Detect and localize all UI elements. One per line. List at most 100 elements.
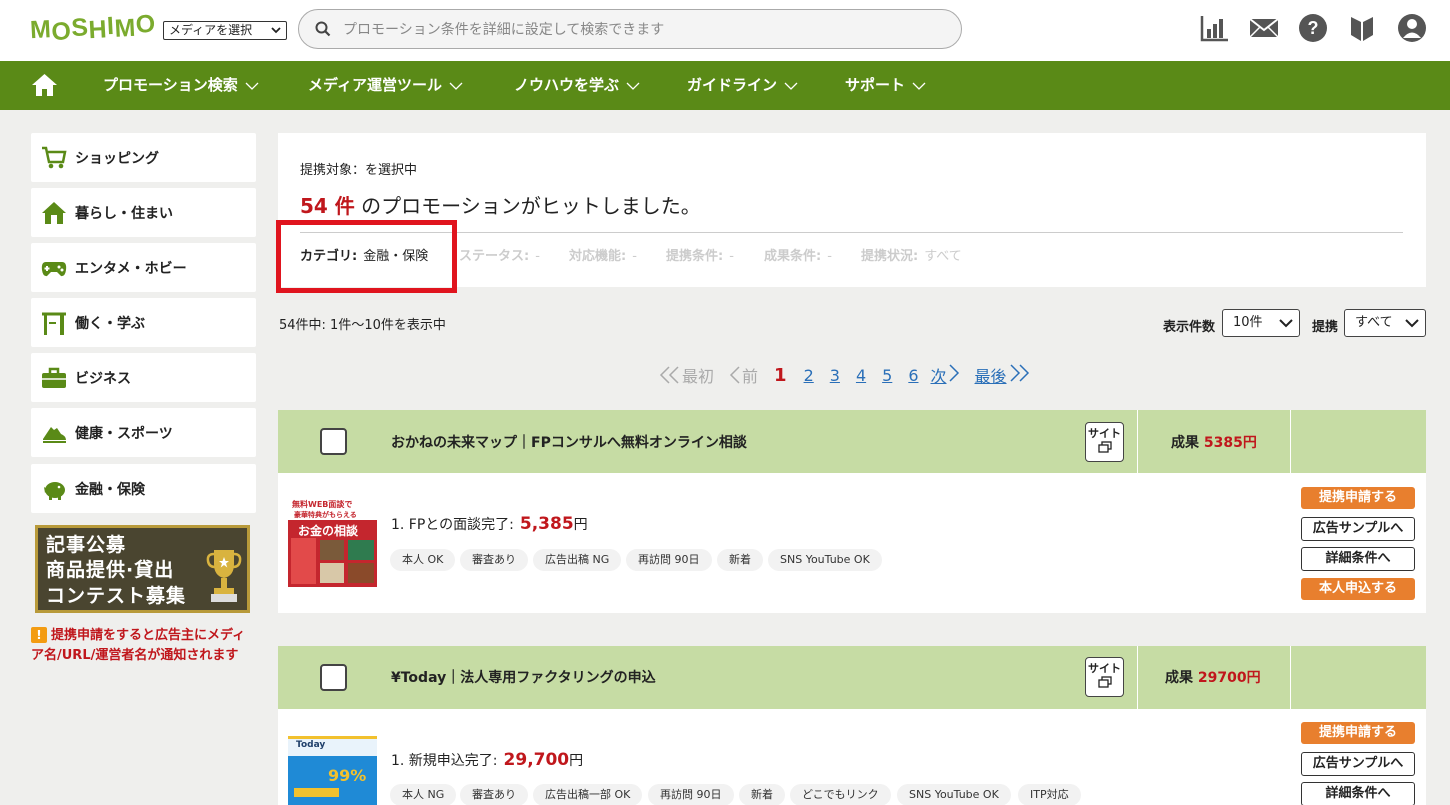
report-chart-icon[interactable]: [1200, 13, 1230, 43]
nav-label: サポート: [845, 76, 906, 94]
reward: 成果 5385円: [1171, 432, 1257, 452]
select-checkbox[interactable]: [320, 428, 347, 455]
search-input[interactable]: プロモーション条件を詳細に設定して検索できます: [298, 9, 962, 49]
page-next-label: 次: [930, 367, 947, 386]
page-prev: 前: [742, 367, 759, 386]
select-checkbox[interactable]: [320, 664, 347, 691]
tag: 再訪問 90日: [626, 549, 712, 571]
filter-result-conditions: 成果条件: -: [764, 245, 832, 264]
home-icon[interactable]: [31, 73, 58, 97]
media-select[interactable]: メディアを選択: [163, 21, 287, 40]
thumbnail-text: 豪華特典がもらえる: [294, 511, 357, 519]
condition-label: 1. 新規申込完了:: [391, 753, 498, 769]
detail-conditions-button[interactable]: 詳細条件へ: [1301, 547, 1415, 571]
mail-icon[interactable]: [1249, 13, 1279, 43]
chevron-left-icon: [729, 366, 740, 384]
condition-amount: 29,700: [503, 750, 570, 770]
page-last[interactable]: 最後: [975, 363, 1031, 387]
apply-partnership-button[interactable]: 提携申請する: [1301, 722, 1415, 744]
nav-label: ガイドライン: [687, 76, 778, 94]
page-link[interactable]: 4: [856, 366, 866, 385]
ad-sample-button[interactable]: 広告サンプルへ: [1301, 517, 1415, 541]
column-divider: [1137, 410, 1138, 473]
self-apply-button[interactable]: 本人申込する: [1301, 578, 1415, 600]
sidebar-item-work-study[interactable]: 働く・学ぶ: [31, 298, 256, 347]
site-button[interactable]: サイト: [1085, 657, 1124, 697]
filter-value: -: [632, 249, 637, 264]
site-label: サイト: [1088, 427, 1121, 440]
apply-partnership-button[interactable]: 提携申請する: [1301, 487, 1415, 509]
sidebar-item-health-sports[interactable]: 健康・スポーツ: [31, 408, 256, 457]
beginner-mark-icon[interactable]: [1347, 13, 1377, 43]
page-link[interactable]: 6: [908, 366, 918, 385]
hit-count-heading: 54 件 のプロモーションがヒットしました。: [300, 190, 701, 219]
banner-line: 記事公募: [46, 534, 127, 556]
nav-knowhow[interactable]: ノウハウを学ぶ: [514, 61, 640, 110]
logo-letter: O: [50, 17, 73, 47]
double-chevron-left-icon: [659, 366, 679, 384]
page-link[interactable]: 3: [830, 366, 840, 385]
nav-guideline[interactable]: ガイドライン: [687, 61, 798, 110]
partner-filter-label: 提携: [1312, 320, 1339, 335]
logo-letter: H: [87, 15, 108, 45]
filter-value: -: [827, 249, 832, 264]
tag: どこでもリンク: [790, 784, 891, 805]
filter-partner-conditions: 提携条件: -: [666, 245, 734, 264]
banner-line: コンテスト募集: [46, 585, 187, 607]
sidebar-item-shopping[interactable]: ショッピング: [31, 133, 256, 182]
detail-conditions-button[interactable]: 詳細条件へ: [1301, 782, 1415, 805]
reward-label: 成果: [1165, 670, 1193, 686]
promotion-thumbnail[interactable]: 無料WEB面談で 豪華特典がもらえる お金の相談: [288, 498, 377, 587]
tag: ITP対応: [1018, 784, 1081, 805]
filter-features: 対応機能: -: [569, 245, 637, 264]
site-button[interactable]: サイト: [1085, 422, 1124, 462]
logo-letter: O: [134, 9, 157, 39]
promotion-card-body: [278, 473, 1426, 613]
partner-filter-value: すべて: [1355, 315, 1393, 330]
tag: 本人 NG: [390, 784, 457, 805]
sidebar-item-business[interactable]: ビジネス: [31, 353, 256, 402]
condition-unit: 円: [573, 517, 588, 533]
page-current: 1: [774, 364, 787, 386]
chevron-down-icon: [626, 82, 640, 90]
promotion-thumbnail[interactable]: Today 99%: [288, 736, 377, 805]
tag: SNS YouTube OK: [897, 784, 1011, 805]
per-page-select[interactable]: 10件: [1222, 309, 1300, 337]
page-link[interactable]: 5: [882, 366, 892, 385]
nav-promotion-search[interactable]: プロモーション検索: [103, 61, 259, 110]
thumbnail-text: Today: [296, 740, 326, 750]
sidebar-item-label: ビジネス: [75, 370, 131, 387]
house-icon: [42, 201, 66, 224]
tag: 審査あり: [460, 549, 528, 571]
media-select-value: メディアを選択: [169, 23, 253, 37]
filter-value: -: [729, 249, 734, 264]
sidebar-item-finance-insurance[interactable]: 金融・保険: [31, 464, 256, 513]
page-last-label: 最後: [974, 367, 1007, 386]
page-next[interactable]: 次: [931, 363, 961, 387]
chevron-down-icon: [784, 82, 798, 90]
nav-support[interactable]: サポート: [845, 61, 926, 110]
gamepad-icon: [41, 261, 67, 276]
tag: 再訪問 90日: [648, 784, 734, 805]
tag: 広告出稿一部 OK: [533, 784, 643, 805]
sidebar-item-entertainment[interactable]: エンタメ・ホビー: [31, 243, 256, 292]
column-divider: [1290, 410, 1291, 473]
tag: 本人 OK: [390, 549, 456, 571]
sidebar-item-living[interactable]: 暮らし・住まい: [31, 188, 256, 237]
nav-label: ノウハウを学ぶ: [514, 76, 620, 94]
article-recruitment-banner[interactable]: 記事公募 商品提供·貸出 コンテスト募集: [35, 525, 250, 613]
warning-icon: !: [31, 627, 47, 643]
nav-media-tools[interactable]: メディア運営ツール: [308, 61, 463, 110]
condition-amount: 5,385: [519, 514, 574, 534]
promotion-title[interactable]: ¥Today｜法人専用ファクタリングの申込: [391, 667, 656, 687]
hit-text: のプロモーションがヒットしました。: [354, 194, 701, 218]
user-account-icon[interactable]: [1397, 13, 1427, 43]
external-window-icon: [1097, 441, 1112, 453]
partner-filter-select[interactable]: すべて: [1344, 309, 1426, 337]
divider: [300, 232, 1403, 233]
ad-sample-button[interactable]: 広告サンプルへ: [1301, 752, 1415, 776]
page-link[interactable]: 2: [804, 366, 814, 385]
per-page-label: 表示件数: [1163, 320, 1216, 335]
help-icon[interactable]: ?: [1298, 13, 1328, 43]
promotion-title[interactable]: おかねの未来マップ｜FPコンサルへ無料オンライン相談: [391, 432, 747, 452]
